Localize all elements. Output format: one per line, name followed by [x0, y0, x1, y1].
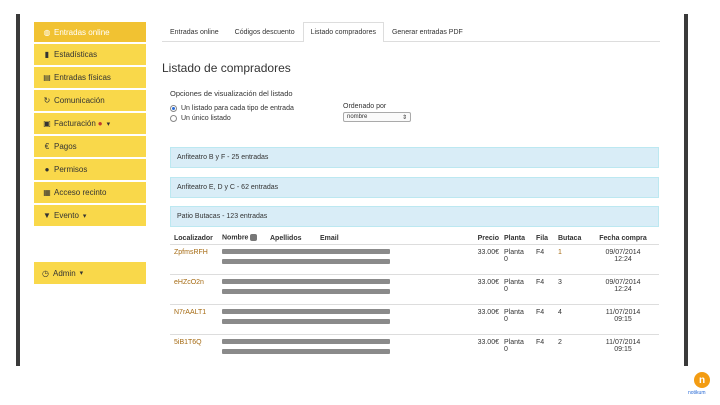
order-label: Ordenado por: [343, 103, 387, 110]
frame-right-border: [684, 14, 688, 366]
order-select[interactable]: nombre ⇕: [343, 112, 411, 122]
sidebar: ◍ Entradas online ▮ Estadísticas ▤ Entra…: [34, 22, 146, 228]
sidebar-item-estadisticas[interactable]: ▮ Estadísticas: [34, 44, 146, 67]
qr-icon: ▦: [43, 188, 51, 197]
sidebar-item-facturacion[interactable]: ▣ Facturación ● ▾: [34, 113, 146, 136]
page-title: Listado de compradores: [162, 61, 291, 75]
logo-mark-icon: n: [694, 372, 710, 388]
bar-chart-icon: ▮: [44, 50, 50, 59]
col-email[interactable]: Email: [320, 235, 472, 242]
sidebar-item-acceso-recinto[interactable]: ▦ Acceso recinto: [34, 182, 146, 205]
main-content: Entradas online Códigos descuento Listad…: [162, 22, 660, 123]
col-fecha-compra[interactable]: Fecha compra: [593, 235, 653, 242]
sidebar-item-entradas-online[interactable]: ◍ Entradas online: [34, 22, 146, 44]
col-butaca[interactable]: Butaca: [558, 235, 593, 242]
user-icon: ●: [44, 165, 50, 174]
localizador-link[interactable]: ZpfmsRFH: [174, 249, 208, 256]
bookmark-icon: ▼: [43, 211, 51, 220]
sidebar-item-entradas-fisicas[interactable]: ▤ Entradas físicas: [34, 67, 146, 90]
globe-icon: ◍: [43, 27, 51, 37]
display-options: Opciones de visualización del listado Un…: [170, 89, 660, 123]
redacted-bar: [222, 279, 390, 284]
sidebar-item-pagos[interactable]: € Pagos: [34, 136, 146, 159]
redacted-bar: [222, 349, 390, 354]
table-row: ZpfmsRFH 33.00€ Planta 0 F4 1 09/07/2014 1…: [170, 245, 659, 275]
briefcase-icon: ▣: [43, 119, 51, 128]
col-localizador[interactable]: Localizador: [170, 235, 222, 242]
redacted-bar: [222, 309, 390, 314]
buyers-table: Localizador Nombre Apellidos Email Preci…: [170, 232, 659, 365]
clock-icon: ◷: [42, 268, 49, 278]
col-fila[interactable]: Fila: [536, 235, 558, 242]
redacted-bar: [222, 319, 390, 324]
sidebar-item-permisos[interactable]: ● Permisos: [34, 159, 146, 182]
table-row: eHZcO2n 33.00€ Planta 0 F4 3 09/07/2014 12…: [170, 275, 659, 305]
notikum-logo: n notikum: [688, 370, 714, 400]
sort-icon[interactable]: [250, 234, 258, 242]
redacted-bar: [222, 259, 390, 264]
tab-generar-entradas-pdf[interactable]: Generar entradas PDF: [384, 22, 471, 41]
tab-listado-compradores[interactable]: Listado compradores: [302, 22, 384, 42]
caret-down-icon: ▾: [79, 270, 84, 277]
redacted-bar: [222, 339, 390, 344]
butaca-link[interactable]: 1: [558, 249, 562, 256]
sidebar-item-evento[interactable]: ▼ Evento ▾: [34, 205, 146, 228]
alert-dot-icon: ●: [97, 119, 103, 128]
refresh-icon: ↻: [43, 96, 51, 105]
radio-button-checked[interactable]: [170, 104, 177, 112]
col-nombre[interactable]: Nombre: [222, 234, 270, 242]
localizador-link[interactable]: N7rAALT1: [174, 309, 206, 316]
table-row: 5iB1T6Q 33.00€ Planta 0 F4 2 11/07/2014 09…: [174, 339, 641, 354]
tab-codigos-descuento[interactable]: Códigos descuento: [227, 22, 303, 41]
euro-icon: €: [44, 142, 50, 151]
localizador-link[interactable]: 5iB1T6Q: [174, 339, 202, 346]
sidebar-item-admin[interactable]: ◷ Admin ▾: [34, 262, 146, 284]
group-panel-patio-butacas[interactable]: Patio Butacas - 123 entradas: [170, 206, 659, 227]
tab-entradas-online[interactable]: Entradas online: [162, 22, 227, 41]
table-row: N7rAALT1 33.00€ Planta 0 F4 4 11/07/2014 0…: [170, 305, 659, 335]
radio-listado-por-tipo[interactable]: Un listado para cada tipo de entrada: [170, 103, 335, 113]
tab-bar: Entradas online Códigos descuento Listad…: [162, 22, 660, 42]
localizador-link[interactable]: eHZcO2n: [174, 279, 204, 286]
sidebar-item-comunicacion[interactable]: ↻ Comunicación: [34, 90, 146, 113]
redacted-bar: [222, 249, 390, 254]
group-panel-anfiteatro-edc[interactable]: Anfiteatro E, D y C - 62 entradas: [170, 177, 659, 198]
table-header: Localizador Nombre Apellidos Email Preci…: [170, 232, 659, 245]
frame-left-border: [16, 14, 20, 366]
caret-down-icon: ▾: [82, 212, 87, 220]
redacted-bar: [222, 289, 390, 294]
radio-button-unchecked[interactable]: [170, 114, 177, 122]
col-precio[interactable]: Precio: [472, 235, 504, 242]
options-title: Opciones de visualización del listado: [170, 89, 293, 98]
file-icon: ▤: [43, 73, 51, 82]
radio-listado-unico[interactable]: Un único listado: [170, 113, 335, 123]
col-apellidos[interactable]: Apellidos: [270, 235, 320, 242]
select-arrows-icon: ⇕: [401, 114, 407, 121]
caret-down-icon: ▾: [106, 120, 111, 128]
col-planta[interactable]: Planta: [504, 235, 536, 242]
group-panel-anfiteatro-bf[interactable]: Anfiteatro B y F - 25 entradas: [170, 147, 659, 168]
